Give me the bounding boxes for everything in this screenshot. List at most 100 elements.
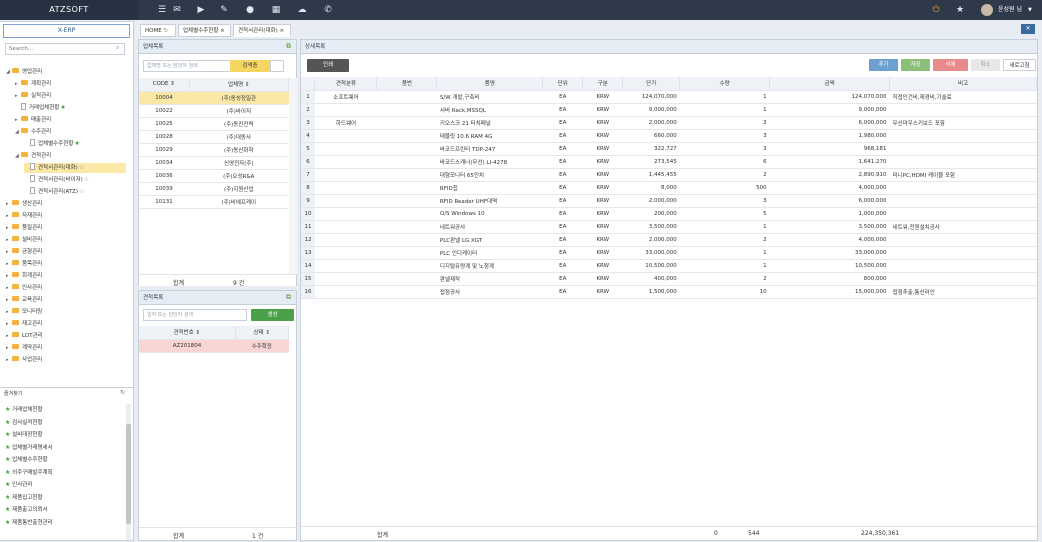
favorite-item[interactable]: ★ 업체별수주현황	[4, 454, 48, 466]
column-header[interactable]: 품명	[436, 77, 544, 91]
favorite-item[interactable]: ★ 제품입고현황	[4, 492, 43, 504]
favorite-item[interactable]: ★ 인사관리	[4, 479, 32, 491]
tree-item[interactable]: ▸ 매출관리	[15, 115, 51, 125]
column-header[interactable]: 단가	[622, 77, 681, 91]
table-row[interactable]: AZ201804 수주확정	[139, 339, 289, 353]
column-header-code[interactable]: CODE ⇕	[139, 78, 190, 92]
cloud-icon[interactable]: ☁	[296, 4, 308, 16]
column-header[interactable]: 비고	[889, 77, 1037, 91]
column-header[interactable]: 단위	[542, 77, 584, 91]
favorite-item[interactable]: ★ 거래업체현황	[4, 404, 43, 416]
table-row[interactable]: 4 태블릿 10.6 RAM 4G EA KRW 660,000 3 1,980,000	[301, 129, 1037, 143]
tree-item[interactable]: ▸ 품질관리	[6, 223, 42, 233]
tree-item[interactable]: ▸ 금형관리	[6, 247, 42, 257]
tree-item[interactable]: ▸ 설비관리	[6, 235, 42, 245]
tree-item[interactable]: 견적서관리(바이저)☆	[24, 175, 89, 185]
table-row[interactable]: 2 서버 Rack,MSSQL EA KRW 9,000,000 1 9,000,000	[301, 103, 1037, 117]
tree-item[interactable]: ▸ LOT관리	[6, 331, 43, 341]
column-header[interactable]: 금액	[769, 77, 891, 91]
tab-vendor-orders[interactable]: 업체별수주현황 ×	[178, 24, 231, 37]
tree-item[interactable]: ▸ 품목관리	[6, 259, 42, 269]
tree-item[interactable]: ▸ 재고관리	[6, 319, 42, 329]
chevron-down-icon[interactable]: ▼	[1028, 0, 1032, 20]
refresh-icon[interactable]: ↻	[120, 389, 125, 396]
phone-icon[interactable]: ✆	[322, 4, 334, 16]
table-row[interactable]: 10029 (주)동산화학	[139, 143, 289, 157]
menu-icon[interactable]: ☰	[156, 4, 168, 16]
favorite-item[interactable]: ★ 제품출고의뢰서	[4, 504, 48, 516]
column-header[interactable]: 품번	[376, 77, 438, 91]
calendar-icon[interactable]: ▦	[270, 4, 282, 16]
column-header[interactable]: 견적분류	[314, 77, 378, 91]
table-row[interactable]: 10004 (주)동성정밀관	[139, 91, 289, 105]
tree-item[interactable]: ▸ 계획관리	[15, 79, 51, 89]
tree-item[interactable]: 업체별수주현황★	[24, 139, 80, 149]
excel-icon[interactable]: ⧉	[286, 293, 291, 302]
table-row[interactable]: 5 바코드프린터 TDP-247 EA KRW 322,727 3 968,181	[301, 142, 1037, 156]
cancel-button[interactable]: 취소	[971, 59, 1000, 71]
tree-item[interactable]: ▸ 인사관리	[6, 283, 42, 293]
table-row[interactable]: 6 바코드스캐너(무선) LI-4278 EA KRW 273,545 6 1,641,27…	[301, 155, 1037, 169]
column-header-quote-no[interactable]: 견적번호 ⇕	[139, 326, 236, 340]
column-header[interactable]: 구분	[582, 77, 624, 91]
video-icon[interactable]: ▶	[195, 4, 207, 16]
table-row[interactable]: 10036 (주)오성R&A	[139, 169, 289, 183]
tree-item[interactable]: ◢ 수주관리	[15, 127, 51, 137]
mail-icon[interactable]: ✉	[171, 4, 183, 16]
refresh-button[interactable]: 새로고침	[1003, 59, 1036, 71]
column-header-status[interactable]: 상태 ⇕	[235, 326, 289, 340]
search-icon[interactable]: ⌕	[116, 44, 119, 52]
save-button[interactable]: 저장	[901, 59, 930, 71]
table-row[interactable]: 7 대형모니터 65인치 EA KRW 1,445,455 2 2,890,910 미니PC,…	[301, 168, 1037, 182]
table-row[interactable]: 14 디지털유량계 및 노청계 EA KRW 10,500,000 1 10,500,000	[301, 259, 1037, 273]
tree-item[interactable]: 거래업체현황★	[15, 103, 66, 113]
table-row[interactable]: 10025 (주)동진전력	[139, 117, 289, 131]
column-header-vendor-name[interactable]: 업체명 ⇕	[189, 78, 289, 92]
tree-item[interactable]: ▸ 모니터링	[6, 307, 42, 317]
tab-quote-management[interactable]: 견적서관리(대화) ×	[233, 24, 291, 37]
table-row[interactable]: 10022 (주)바이저	[139, 104, 289, 118]
table-row[interactable]: 10131 (주)비에프케이	[139, 195, 289, 209]
create-quote-button[interactable]: 생성	[251, 309, 294, 321]
table-row[interactable]: 12 PLC판넬 LG XGT EA KRW 2,000,000 2 4,000,000	[301, 233, 1037, 247]
table-row[interactable]: 10028 (주)대동사	[139, 130, 289, 144]
favorite-item[interactable]: ★ 업체별거래명세서	[4, 442, 53, 454]
favorite-item[interactable]: ★ 외주구매발주계획	[4, 467, 53, 479]
vendor-search-input[interactable]: 업체명 또는 담당자 검색	[143, 60, 243, 72]
column-header[interactable]	[301, 77, 316, 91]
tree-item[interactable]: ▸ 교육관리	[6, 295, 42, 305]
sidebar-search-input[interactable]	[5, 43, 125, 55]
table-row[interactable]: 13 PLC 인디케이터 EA KRW 33,000,000 1 33,000,000	[301, 246, 1037, 260]
tree-item[interactable]: ◢ 영업관리	[6, 67, 42, 77]
tree-item[interactable]: ▸ 생산관리	[6, 199, 42, 209]
add-button[interactable]: 추가	[869, 59, 898, 71]
quote-search-input[interactable]: 일자 또는 담당자 검색	[143, 309, 247, 321]
tree-item[interactable]: 견적서관리(대화)☆	[24, 163, 126, 173]
tree-item[interactable]: ▸ 계약관리	[6, 343, 42, 353]
table-row[interactable]: 10039 (주)지원산업	[139, 182, 289, 196]
tree-item[interactable]: ▸ 실적관리	[15, 91, 51, 101]
table-row[interactable]: 1 소프트웨어 S/W 개발,구축비 EA KRW 124,070,000 1 124,070…	[301, 90, 1037, 104]
favorite-item[interactable]: ★ 검사실적현황	[4, 417, 43, 429]
tree-item[interactable]: ▸ 사업관리	[6, 355, 42, 365]
tree-item[interactable]: ▸ 자재관리	[6, 211, 42, 221]
close-all-tabs-button[interactable]: ✕	[1021, 24, 1035, 34]
star-icon[interactable]: ★	[954, 4, 966, 16]
tree-item[interactable]: ▸ 회계관리	[6, 271, 42, 281]
table-row[interactable]: 8 RFID칩 EA KRW 8,000 500 4,000,000	[301, 181, 1037, 195]
favorite-item[interactable]: ★ 설비대장현황	[4, 429, 43, 441]
table-row[interactable]: 9 RFID Reader UHF대역 EA KRW 2,000,000 3 6,000,0…	[301, 194, 1037, 208]
tree-item[interactable]: ◢ 견적관리	[15, 151, 51, 161]
table-row[interactable]: 11 네트워공사 EA KRW 3,500,000 1 3,500,000 네트워,전원설치공…	[301, 220, 1037, 234]
column-header[interactable]: 수량	[679, 77, 771, 91]
table-row[interactable]: 3 하드웨어 키오스크 21 터치패널 EA KRW 2,000,000 3 6,000,00…	[301, 116, 1037, 130]
delete-button[interactable]: 삭제	[933, 59, 968, 71]
print-button[interactable]: 인쇄	[307, 59, 349, 72]
table-row[interactable]: 15 판넬제작 EA KRW 400,000 2 800,000	[301, 272, 1037, 286]
favorite-item[interactable]: ★ 제품통반출현관리	[4, 517, 53, 529]
table-row[interactable]: 10034 신영전자(주)	[139, 156, 289, 170]
tree-item[interactable]: 견적서관리(ATZ)☆	[24, 187, 84, 197]
vendor-search-button[interactable]: 검색중	[230, 60, 270, 72]
user-name[interactable]: 윤성원 님	[998, 0, 1022, 20]
favorites-scrollbar[interactable]	[126, 404, 131, 540]
